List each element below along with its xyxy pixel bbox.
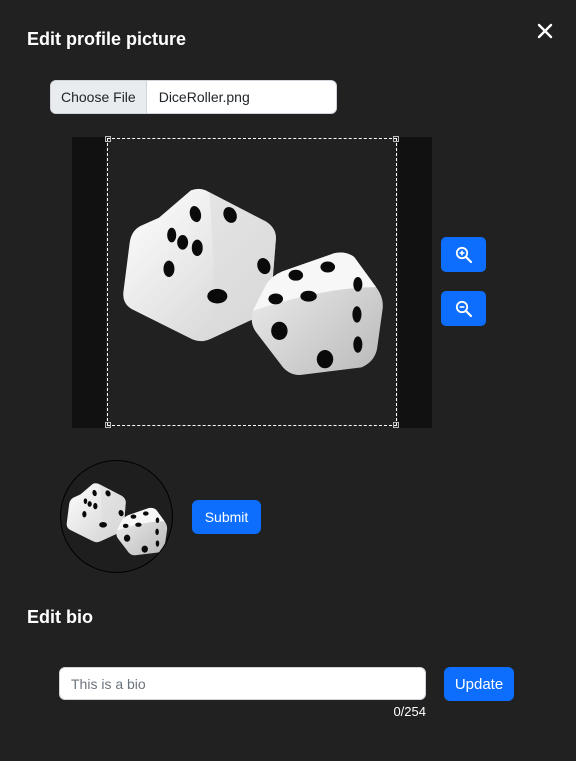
selected-file-name: DiceRoller.png: [158, 89, 250, 105]
crop-handle-top-right[interactable]: [393, 136, 399, 142]
submit-button[interactable]: Submit: [192, 500, 261, 534]
zoom-out-button[interactable]: [441, 291, 486, 326]
crop-handle-top-left[interactable]: [105, 136, 111, 142]
bio-input[interactable]: [59, 667, 426, 700]
crop-handle-bottom-right[interactable]: [393, 422, 399, 428]
close-icon: [537, 23, 553, 39]
profile-picture-title: Edit profile picture: [27, 29, 187, 49]
choose-file-button[interactable]: Choose File: [51, 81, 147, 113]
update-button[interactable]: Update: [444, 667, 514, 701]
dice-preview-image: [66, 483, 168, 556]
zoom-in-icon: [455, 246, 472, 263]
crop-selection-box[interactable]: [105, 136, 399, 428]
crop-handle-bottom-left[interactable]: [105, 422, 111, 428]
edit-profile-dialog: Edit profile picture Choose File DiceRol…: [0, 0, 576, 761]
character-counter: 0/254: [393, 704, 426, 719]
zoom-out-icon: [455, 300, 472, 317]
image-cropper[interactable]: [72, 136, 432, 428]
avatar-preview: [60, 460, 173, 573]
file-input[interactable]: Choose File DiceRoller.png: [50, 80, 337, 114]
zoom-in-button[interactable]: [441, 237, 486, 272]
bio-title: Edit bio: [27, 607, 93, 627]
close-button[interactable]: [534, 20, 556, 42]
